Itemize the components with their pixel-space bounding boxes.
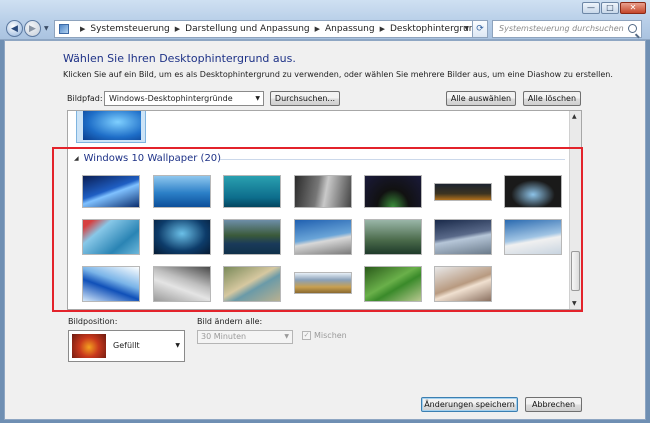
refresh-icon: ⟳	[476, 24, 484, 34]
selected-wallpaper-thumbnail[interactable]	[76, 111, 146, 143]
position-value: Gefüllt	[113, 341, 140, 350]
chevron-down-icon: ▼	[255, 95, 260, 102]
maximize-button[interactable]: □	[601, 2, 619, 14]
chevron-down-icon: ▼	[284, 333, 289, 340]
windows-logo-image	[83, 111, 141, 140]
breadcrumb-systemsteuerung[interactable]: Systemsteuerung	[90, 24, 169, 34]
shuffle-checkbox[interactable]: ✓	[302, 331, 311, 340]
select-all-button[interactable]: Alle auswählen	[446, 91, 516, 106]
breadcrumb-darstellung[interactable]: Darstellung und Anpassung	[185, 24, 309, 34]
interval-select[interactable]: 30 Minuten ▼	[197, 330, 293, 344]
chevron-down-icon: ▼	[175, 342, 180, 349]
recent-pages-dropdown[interactable]: ▼	[44, 25, 49, 32]
shuffle-label: Mischen	[314, 331, 347, 340]
back-button[interactable]: ◀	[6, 20, 23, 37]
search-icon[interactable]	[628, 24, 637, 33]
page-description: Klicken Sie auf ein Bild, um es als Desk…	[63, 70, 613, 79]
save-changes-button[interactable]: Änderungen speichern	[421, 397, 518, 412]
checkmark-icon: ✓	[303, 331, 310, 339]
window-controls: — □ ✕	[582, 2, 646, 14]
interval-value: 30 Minuten	[201, 332, 247, 341]
picture-location-value: Windows-Desktophintergründe	[109, 94, 233, 103]
picture-position-select[interactable]: Gefüllt ▼	[68, 330, 185, 362]
forward-button[interactable]: ▶	[24, 20, 41, 37]
refresh-button[interactable]: ⟳	[472, 20, 488, 38]
position-label: Bildposition:	[68, 317, 118, 326]
highlight-frame	[52, 147, 583, 312]
search-input[interactable]: Systemsteuerung durchsuchen	[492, 20, 642, 38]
interval-label: Bild ändern alle:	[197, 317, 263, 326]
scroll-up-icon[interactable]: ▲	[572, 113, 577, 120]
breadcrumb-anpassung[interactable]: Anpassung	[325, 24, 375, 34]
cancel-button[interactable]: Abbrechen	[525, 397, 582, 412]
search-placeholder: Systemsteuerung durchsuchen	[499, 24, 624, 33]
browse-button[interactable]: Durchsuchen...	[270, 91, 340, 106]
chevron-right-icon[interactable]: ▶	[80, 25, 85, 33]
close-button[interactable]: ✕	[620, 2, 646, 14]
clear-all-button[interactable]: Alle löschen	[523, 91, 581, 106]
chevron-down-icon[interactable]: ▼	[464, 21, 469, 37]
control-panel-icon	[59, 24, 69, 34]
page-title: Wählen Sie Ihren Desktophintergrund aus.	[63, 52, 296, 65]
arrow-left-icon: ◀	[11, 23, 18, 34]
address-bar[interactable]: ▶ Systemsteuerung ▶ Darstellung und Anpa…	[54, 20, 484, 38]
minimize-button[interactable]: —	[582, 2, 600, 14]
position-preview-image	[72, 334, 106, 358]
chevron-right-icon[interactable]: ▶	[175, 25, 180, 33]
picture-location-select[interactable]: Windows-Desktophintergründe ▼	[104, 91, 264, 106]
picture-location-label: Bildpfad:	[67, 94, 103, 103]
arrow-right-icon: ▶	[29, 23, 36, 34]
chevron-right-icon[interactable]: ▶	[380, 25, 385, 33]
chevron-right-icon[interactable]: ▶	[315, 25, 320, 33]
